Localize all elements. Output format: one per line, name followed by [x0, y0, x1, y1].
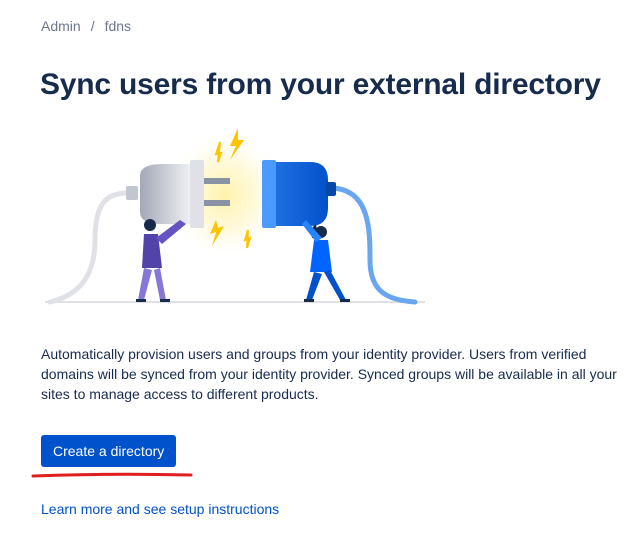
- page-description: Automatically provision users and groups…: [41, 346, 617, 402]
- plug-connection-illustration: [45, 128, 425, 305]
- breadcrumb-separator: /: [90, 18, 95, 34]
- page-title: Sync users from your external directory: [40, 68, 601, 101]
- learn-more-link[interactable]: Learn more and see setup instructions: [41, 501, 279, 517]
- breadcrumb-admin[interactable]: Admin: [41, 18, 81, 34]
- create-directory-button[interactable]: Create a directory: [41, 435, 177, 467]
- directory-sync-page: Admin / fdns Sync users from your extern…: [0, 0, 641, 542]
- red-underline-annotation: [31, 472, 193, 478]
- breadcrumb: Admin / fdns: [41, 18, 131, 34]
- breadcrumb-org[interactable]: fdns: [105, 18, 131, 34]
